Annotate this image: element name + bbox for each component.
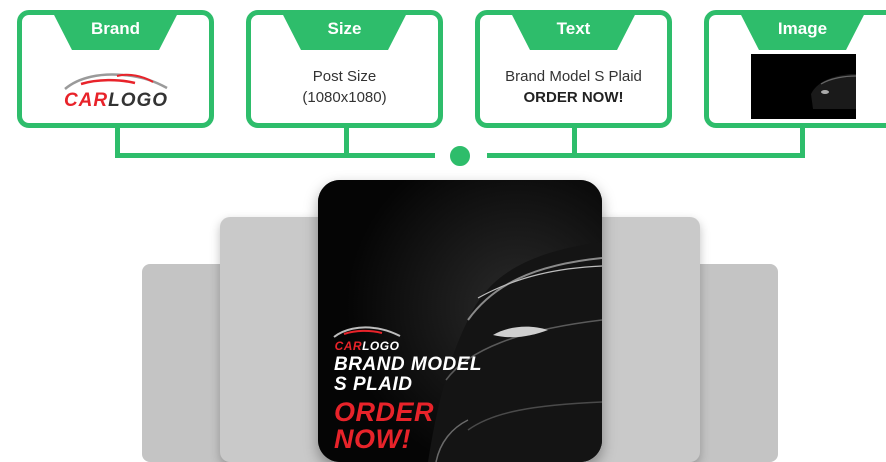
card-text-line2: ORDER NOW! <box>523 89 624 106</box>
card-text-line1: Brand Model S Plaid <box>505 68 642 85</box>
card-image: Image <box>704 10 886 128</box>
card-size-line2: (1080x1080) <box>302 89 387 106</box>
post-cta-line2: NOW! <box>334 424 411 454</box>
card-text-title: Text <box>509 10 638 50</box>
card-size-line1: Post Size <box>312 68 377 85</box>
card-brand-title: Brand <box>51 10 180 50</box>
car-logo-icon: CARLOGO <box>63 73 168 109</box>
connector-horizontal-right <box>487 153 805 158</box>
card-size-title: Size <box>280 10 409 50</box>
connector-horizontal-left <box>115 153 435 158</box>
card-size: Size Post Size (1080x1080) <box>246 10 443 128</box>
post-headline-line2: S PLAID <box>334 374 413 395</box>
card-text: Text Brand Model S Plaid ORDER NOW! <box>475 10 672 128</box>
image-thumbnail <box>751 54 856 119</box>
connector-hub-dot <box>447 143 473 169</box>
svg-text:CARLOGO: CARLOGO <box>63 90 167 109</box>
post-car-logo-icon: CARLOGO <box>333 326 401 353</box>
svg-text:CARLOGO: CARLOGO <box>335 339 400 353</box>
card-image-title: Image <box>738 10 867 50</box>
card-brand: Brand CARLOGO <box>17 10 214 128</box>
post-headline-line1: BRAND MODEL <box>334 354 482 375</box>
